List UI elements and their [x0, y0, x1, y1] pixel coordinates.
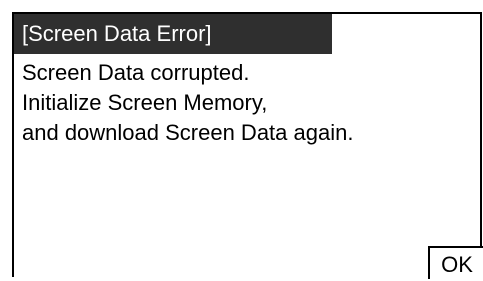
message-line: Screen Data corrupted.	[22, 60, 250, 85]
dialog-title: [Screen Data Error]	[14, 14, 332, 54]
ok-button[interactable]: OK	[428, 246, 483, 279]
message-line: Initialize Screen Memory,	[22, 90, 268, 115]
message-line: and download Screen Data again.	[22, 120, 354, 145]
error-dialog: [Screen Data Error] Screen Data corrupte…	[12, 12, 483, 279]
error-message: Screen Data corrupted. Initialize Screen…	[22, 58, 472, 148]
